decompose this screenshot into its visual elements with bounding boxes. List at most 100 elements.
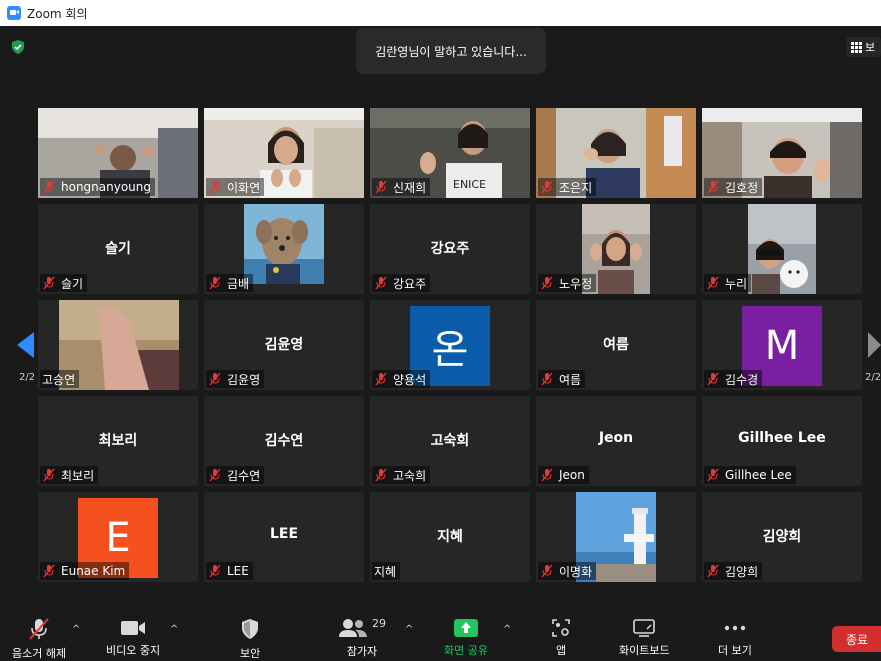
whiteboard-label: 화이트보드 <box>619 644 670 657</box>
encryption-shield-icon[interactable] <box>10 39 26 55</box>
participants-count: 29 <box>372 616 386 630</box>
security-label: 보안 <box>240 647 261 660</box>
profile-picture-person-with-dog <box>748 204 816 294</box>
participant-name-tag: 지혜 <box>372 562 401 580</box>
stop-video-button[interactable]: 비디오 중지 <box>106 618 160 658</box>
participant-display-name: 강요주 <box>430 241 470 257</box>
page-indicator-left: 2/2 <box>19 372 36 383</box>
more-dots-icon <box>724 618 746 637</box>
muted-mic-icon <box>541 564 553 578</box>
participant-tile[interactable]: 누리 <box>702 204 862 294</box>
participant-name-tag: 누리 <box>704 274 752 292</box>
page-indicator-right: 2/2 <box>865 372 881 383</box>
muted-mic-icon <box>43 276 55 290</box>
muted-mic-icon <box>375 276 387 290</box>
muted-mic-icon <box>707 372 719 386</box>
participant-tile[interactable]: 금배 <box>204 204 364 294</box>
participant-name-tag: 조은지 <box>538 178 597 196</box>
participant-name-tag: 김수경 <box>704 370 763 388</box>
participant-tile[interactable]: LEE LEE <box>204 492 364 582</box>
muted-mic-icon <box>43 564 55 578</box>
participant-display-name: 김윤영 <box>264 337 304 353</box>
participant-tile[interactable]: 노우정 <box>536 204 696 294</box>
participant-tile[interactable]: ENICE 신재희 <box>370 108 530 198</box>
participant-display-name: 김수연 <box>264 433 304 449</box>
participant-tile[interactable]: 김수연 김수연 <box>204 396 364 486</box>
svg-text:ENICE: ENICE <box>453 178 486 191</box>
muted-mic-icon <box>541 180 553 194</box>
share-options-chevron-icon[interactable]: ^ <box>503 624 511 635</box>
participant-tile[interactable]: 김윤영 김윤영 <box>204 300 364 390</box>
window-title: Zoom 회의 <box>27 6 88 21</box>
participant-tile[interactable]: 여름 여름 <box>536 300 696 390</box>
participants-button[interactable]: 29 참가자 <box>338 616 386 658</box>
participant-tile[interactable]: 온 양용석 <box>370 300 530 390</box>
next-page-arrow-icon[interactable] <box>868 332 881 362</box>
stop-video-label: 비디오 중지 <box>106 644 161 657</box>
more-label: 더 보기 <box>718 644 752 657</box>
profile-picture-dog <box>244 204 324 284</box>
whiteboard-button[interactable]: 화이트보드 <box>619 618 670 658</box>
participant-tile[interactable]: M 김수경 <box>702 300 862 390</box>
participant-name-tag: 김수연 <box>206 466 265 484</box>
participant-name-tag: 김양희 <box>704 562 763 580</box>
participant-name-tag: 김호정 <box>704 178 763 196</box>
participant-tile[interactable]: 지혜 지혜 <box>370 492 530 582</box>
participant-tile[interactable]: 슬기 슬기 <box>38 204 198 294</box>
participant-name-tag: 이명화 <box>538 562 597 580</box>
unmute-button[interactable]: 음소거 해제 <box>12 618 67 660</box>
participant-tile[interactable]: 조은지 <box>536 108 696 198</box>
participant-name-tag: Jeon <box>538 466 589 484</box>
zoom-logo-icon <box>7 6 21 20</box>
participants-options-chevron-icon[interactable]: ^ <box>405 624 413 635</box>
previous-page-arrow-icon[interactable] <box>17 332 35 362</box>
participant-name-tag: LEE <box>206 562 253 580</box>
muted-mic-icon <box>375 180 387 194</box>
participant-tile[interactable]: Gillhee Lee Gillhee Lee <box>702 396 862 486</box>
active-speaker-banner: 김란영님이 말하고 있습니다... <box>356 28 546 74</box>
share-screen-button[interactable]: 화면 공유 <box>444 618 488 658</box>
participant-tile[interactable]: 고숙희 고숙희 <box>370 396 530 486</box>
view-button[interactable]: 보 <box>846 37 881 57</box>
meeting-toolbar: 음소거 해제 ^ 비디오 중지 ^ 보안 29 참가자 ^ 화면 공유 ^ 앱 <box>0 610 881 661</box>
muted-mic-icon <box>707 564 719 578</box>
video-options-chevron-icon[interactable]: ^ <box>170 624 178 635</box>
share-screen-label: 화면 공유 <box>444 644 488 657</box>
participant-tile[interactable]: 김호정 <box>702 108 862 198</box>
participant-tile[interactable]: 강요주 강요주 <box>370 204 530 294</box>
participant-name-tag: 김윤영 <box>206 370 265 388</box>
participant-tile[interactable]: 이화연 <box>204 108 364 198</box>
video-camera-icon <box>120 618 146 637</box>
participant-tile[interactable]: E Eunae Kim <box>38 492 198 582</box>
participant-tile[interactable]: 김양희 김양희 <box>702 492 862 582</box>
participant-display-name: Gillhee Lee <box>738 430 826 446</box>
participant-tile[interactable]: hongnanyoung <box>38 108 198 198</box>
apps-button[interactable]: 앱 <box>552 618 570 658</box>
participant-tile[interactable]: Jeon Jeon <box>536 396 696 486</box>
participant-name-tag: 슬기 <box>40 274 88 292</box>
participant-name-tag: 강요주 <box>372 274 431 292</box>
participant-display-name: 김양희 <box>762 529 802 545</box>
muted-mic-icon <box>43 180 55 194</box>
muted-mic-icon <box>375 372 387 386</box>
participant-display-name: 지혜 <box>437 529 463 545</box>
participant-tile[interactable]: 최보리 최보리 <box>38 396 198 486</box>
security-shield-icon <box>240 618 260 640</box>
view-label: 보 <box>865 41 876 54</box>
muted-mic-icon <box>707 180 719 194</box>
participant-name-tag: 최보리 <box>40 466 99 484</box>
end-meeting-button[interactable]: 종료 <box>832 626 881 652</box>
end-meeting-label: 종료 <box>845 632 869 647</box>
participant-tile[interactable]: 이명화 <box>536 492 696 582</box>
audio-options-chevron-icon[interactable]: ^ <box>72 624 80 635</box>
title-bar: Zoom 회의 <box>0 0 881 26</box>
unmute-label: 음소거 해제 <box>12 647 67 660</box>
muted-mic-icon <box>375 468 387 482</box>
muted-mic-icon <box>707 276 719 290</box>
muted-mic-icon <box>541 276 553 290</box>
participant-tile[interactable]: 고승연 <box>38 300 198 390</box>
muted-mic-icon <box>209 564 221 578</box>
security-button[interactable]: 보안 <box>240 618 261 660</box>
more-button[interactable]: 더 보기 <box>718 618 752 658</box>
muted-mic-icon <box>209 468 221 482</box>
